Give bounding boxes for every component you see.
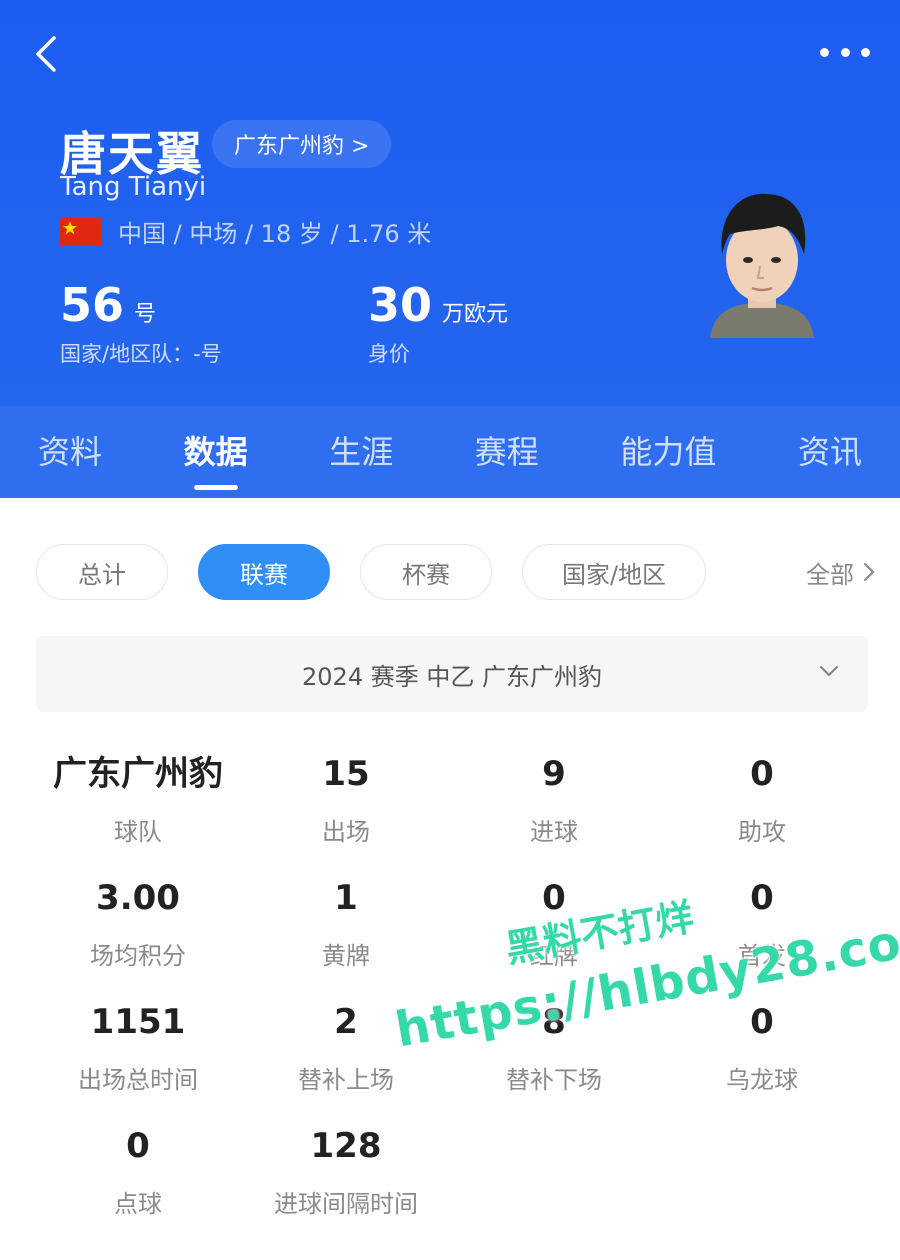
player-meta: 中国 / 中场 / 18 岁 / 1.76 米 [60, 214, 431, 249]
filter-cup[interactable]: 杯赛 [360, 544, 492, 600]
stat-penalties: 0 点球 [28, 1124, 248, 1219]
chevron-right-icon [863, 562, 875, 582]
stat-total-minutes: 1151 出场总时间 [28, 1000, 248, 1095]
tab-ability[interactable]: 能力值 [620, 406, 716, 498]
stat-label: 替补下场 [506, 1066, 602, 1094]
stat-value: 0 [750, 878, 774, 918]
stat-label: 进球间隔时间 [274, 1190, 418, 1218]
competition-filter: 总计 联赛 杯赛 国家/地区 全部 [36, 544, 876, 600]
stat-value: 8 [542, 1002, 566, 1042]
tab-career[interactable]: 生涯 [329, 406, 393, 498]
stat-value: 1151 [90, 1002, 186, 1042]
stat-value: 广东广州豹 [53, 754, 223, 794]
stat-value: 9 [542, 754, 566, 794]
stat-starts: 0 首发 [652, 876, 872, 971]
stat-points-per-game: 3.00 场均积分 [28, 876, 248, 971]
stat-sub-off: 8 替补下场 [444, 1000, 664, 1095]
filter-national[interactable]: 国家/地区 [522, 544, 706, 600]
back-arrow-icon[interactable] [30, 34, 70, 74]
stat-value: 0 [542, 878, 566, 918]
stat-value: 0 [750, 754, 774, 794]
stat-label: 出场总时间 [78, 1066, 198, 1094]
market-value: 30 [368, 278, 433, 332]
tab-data[interactable]: 数据 [184, 406, 248, 498]
china-flag-icon [60, 217, 102, 246]
chevron-down-icon [819, 665, 839, 677]
player-header: 唐天翼 广东广州豹 > Tang Tianyi 中国 / 中场 / 18 岁 /… [0, 0, 900, 406]
stat-label: 黄牌 [322, 942, 370, 970]
tab-schedule[interactable]: 赛程 [475, 406, 539, 498]
stat-label: 助攻 [738, 818, 786, 846]
filter-all-button[interactable]: 全部 [806, 544, 876, 600]
filter-total[interactable]: 总计 [36, 544, 168, 600]
filter-league[interactable]: 联赛 [198, 544, 330, 600]
player-name-en: Tang Tianyi [60, 172, 207, 202]
player-meta-text: 中国 / 中场 / 18 岁 / 1.76 米 [118, 220, 432, 248]
stat-value: 0 [126, 1126, 150, 1166]
stat-appearances: 15 出场 [236, 752, 456, 847]
stat-label: 球队 [114, 818, 162, 846]
stat-minutes-per-goal: 128 进球间隔时间 [236, 1124, 456, 1219]
stat-sub-on: 2 替补上场 [236, 1000, 456, 1095]
more-options-icon[interactable] [820, 40, 870, 64]
stat-value: 15 [322, 754, 370, 794]
shirt-number: 56 [60, 278, 125, 332]
stat-assists: 0 助攻 [652, 752, 872, 847]
stat-goals: 9 进球 [444, 752, 664, 847]
stat-label: 出场 [322, 818, 370, 846]
season-selected: 2024 赛季 中乙 广东广州豹 [302, 662, 602, 691]
market-value-block: 30 万欧元 身价 [368, 278, 508, 368]
market-value-unit: 万欧元 [442, 302, 509, 327]
tab-news[interactable]: 资讯 [798, 406, 862, 498]
stat-value: 3.00 [96, 878, 180, 918]
stat-label: 进球 [530, 818, 578, 846]
season-selector[interactable]: 2024 赛季 中乙 广东广州豹 [36, 636, 868, 712]
tab-bar: 资料 数据 生涯 赛程 能力值 资讯 [0, 406, 900, 498]
club-link[interactable]: 广东广州豹 > [212, 120, 392, 168]
stat-label: 场均积分 [90, 942, 186, 970]
shirt-number-block: 56 号 国家/地区队：-号 [60, 278, 222, 368]
stat-value: 0 [750, 1002, 774, 1042]
stat-yellow-cards: 1 黄牌 [236, 876, 456, 971]
stat-value: 128 [310, 1126, 382, 1166]
national-team-number: 国家/地区队：-号 [60, 342, 222, 366]
stat-own-goals: 0 乌龙球 [652, 1000, 872, 1095]
stat-label: 首发 [738, 942, 786, 970]
tab-profile[interactable]: 资料 [38, 406, 102, 498]
player-avatar [710, 193, 814, 338]
stat-value: 1 [334, 878, 358, 918]
market-value-label: 身价 [368, 342, 410, 366]
stat-label: 点球 [114, 1190, 162, 1218]
shirt-number-unit: 号 [134, 302, 157, 327]
stat-label: 替补上场 [298, 1066, 394, 1094]
filter-all-label: 全部 [806, 560, 854, 589]
stat-label: 红牌 [530, 942, 578, 970]
stat-value: 2 [334, 1002, 358, 1042]
stat-label: 乌龙球 [726, 1066, 798, 1094]
stat-red-cards: 0 红牌 [444, 876, 664, 971]
stat-team: 广东广州豹 球队 [28, 752, 248, 847]
